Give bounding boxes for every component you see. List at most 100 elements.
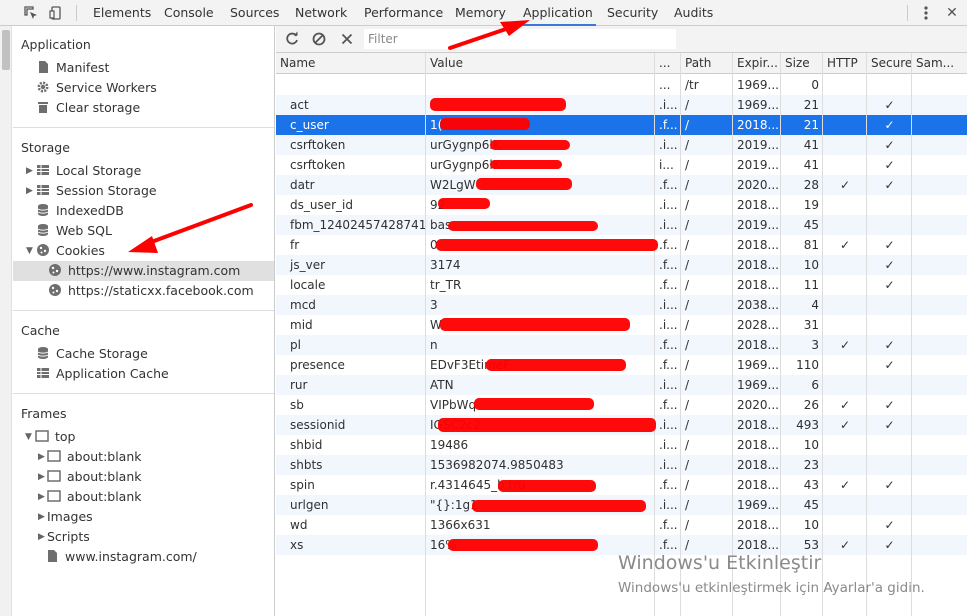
sidebar-item-local-storage[interactable]: Local Storage	[36, 161, 141, 181]
table-row[interactable]: fbm_124024574287414 bas .i.../2019... 45	[276, 215, 967, 235]
cookie-size-cell: 19	[803, 198, 819, 212]
table-row[interactable]: ds_user_id92.i.../2018...19	[276, 195, 967, 215]
column-divider	[680, 53, 681, 616]
table-row[interactable]: datr W2LgW .f.../2020... 28 ✓ ✓	[276, 175, 967, 195]
section-divider	[13, 310, 274, 311]
expand-triangle-icon[interactable]: ▶	[26, 161, 33, 181]
cookie-name-cell: ds_user_id	[290, 198, 353, 212]
sidebar-item-session-storage[interactable]: Session Storage	[36, 181, 157, 201]
inspect-element-icon[interactable]	[23, 5, 39, 21]
sidebar-item-frame-document[interactable]: www.instagram.com/	[45, 547, 197, 567]
column-header-http[interactable]: HTTP	[823, 53, 867, 74]
cookie-http-cell	[823, 275, 867, 295]
sidebar-item-cookies[interactable]: Cookies	[36, 241, 105, 261]
column-header-secure[interactable]: Secure	[867, 53, 912, 74]
sidebar-item-service-workers[interactable]: Service Workers	[36, 78, 157, 98]
tab-elements[interactable]: Elements	[93, 0, 151, 26]
sidebar-item-frame-top[interactable]: top	[35, 427, 75, 447]
cookie-value-cell: n	[430, 338, 438, 352]
section-frames-heading: Frames	[21, 406, 67, 421]
table-row[interactable]: act .i... / 1969... 21 ✓	[276, 95, 967, 115]
tab-security[interactable]: Security	[607, 0, 658, 26]
sidebar-item-cookie-facebook[interactable]: https://staticxx.facebook.com	[48, 281, 254, 301]
sidebar-item-frame-about-blank[interactable]: about:blank	[47, 467, 142, 487]
cookie-domain-cell: .i...	[659, 458, 678, 472]
redaction-scribble	[438, 418, 656, 432]
table-row[interactable]: mcd 3 .i... / 2038... 4	[276, 295, 967, 315]
expand-triangle-icon[interactable]: ▶	[38, 467, 45, 487]
delete-selected-icon[interactable]	[339, 31, 355, 47]
collapse-triangle-icon[interactable]: ▼	[26, 241, 33, 261]
sidebar-item-frame-scripts[interactable]: Scripts	[47, 527, 90, 547]
column-header-samesite[interactable]: Sam...	[912, 53, 967, 74]
tab-audits[interactable]: Audits	[674, 0, 713, 26]
cookie-secure-cell	[867, 435, 912, 455]
tab-sources[interactable]: Sources	[230, 0, 279, 26]
tab-application[interactable]: Application	[523, 0, 593, 26]
cookie-value-cell: ATN	[430, 378, 454, 392]
sidebar-item-frame-about-blank[interactable]: about:blank	[47, 487, 142, 507]
expand-triangle-icon[interactable]: ▶	[38, 527, 45, 547]
sidebar-scrollbar[interactable]	[0, 26, 12, 616]
sidebar-item-web-sql[interactable]: Web SQL	[36, 221, 112, 241]
sidebar-item-indexeddb[interactable]: IndexedDB	[36, 201, 124, 221]
clear-all-icon[interactable]	[311, 31, 327, 47]
column-header-domain[interactable]: ...	[655, 53, 681, 74]
column-header-expires[interactable]: Expir...	[733, 53, 781, 74]
cookie-http-cell: ✓	[839, 478, 851, 492]
tab-console[interactable]: Console	[164, 0, 214, 26]
more-options-icon[interactable]	[919, 4, 933, 22]
column-divider	[780, 53, 781, 616]
cookie-expires-cell: 2028...	[737, 318, 779, 332]
table-row[interactable]: spin r.4314645_b.tru .f.../2018... 43 ✓ ✓	[276, 475, 967, 495]
expand-triangle-icon[interactable]: ▶	[38, 447, 45, 467]
table-row[interactable]: js_ver 3174 .f... / 2018... 10 ✓	[276, 255, 967, 275]
cookie-name-cell: csrftoken	[290, 138, 346, 152]
cookie-expires-cell: 1969...	[737, 358, 779, 372]
cookie-expires-cell: 2018...	[737, 198, 779, 212]
sidebar-item-cache-storage[interactable]: Cache Storage	[36, 344, 148, 364]
expand-triangle-icon[interactable]: ▶	[38, 507, 45, 527]
tab-memory[interactable]: Memory	[455, 0, 506, 26]
sidebar-item-application-cache[interactable]: Application Cache	[36, 364, 169, 384]
cookie-secure-cell	[867, 375, 912, 395]
sidebar-item-manifest[interactable]: Manifest	[36, 58, 109, 78]
table-row[interactable]: shbts 1536982074.9850483 .i... / 2018... 23	[276, 455, 967, 475]
refresh-icon[interactable]	[284, 31, 300, 47]
column-header-size[interactable]: Size	[781, 53, 823, 74]
table-row[interactable]: pl n .f... / 2018... 3 ✓ ✓	[276, 335, 967, 355]
cookie-domain-cell: .f...	[659, 398, 678, 412]
table-row[interactable]: locale tr_TR .f... / 2018... 11 ✓	[276, 275, 967, 295]
application-sidebar: Application Manifest Service Workers Cle…	[0, 26, 275, 616]
table-row[interactable]: shbid 19486 .i... / 2018... 10	[276, 435, 967, 455]
cookie-domain-cell: .i...	[659, 378, 678, 392]
expand-triangle-icon[interactable]: ▶	[26, 181, 33, 201]
sidebar-item-frame-about-blank[interactable]: about:blank	[47, 447, 142, 467]
table-row[interactable]: rur ATN .i... / 1969... 6	[276, 375, 967, 395]
sidebar-item-clear-storage[interactable]: Clear storage	[36, 98, 140, 118]
tab-performance[interactable]: Performance	[364, 0, 443, 26]
cookie-secure-cell: ✓	[884, 238, 895, 252]
sidebar-item-frame-images[interactable]: Images	[47, 507, 93, 527]
scrollbar-thumb[interactable]	[2, 30, 10, 70]
column-header-value[interactable]: Value	[426, 53, 655, 74]
cookie-expires-cell: 2018...	[737, 258, 779, 272]
collapse-triangle-icon[interactable]: ▼	[25, 427, 32, 447]
table-row[interactable]: ... /tr 1969... 0	[276, 75, 967, 95]
column-header-path[interactable]: Path	[681, 53, 733, 74]
sidebar-item-cookie-instagram[interactable]: https://www.instagram.com	[48, 261, 240, 281]
cookie-secure-cell: ✓	[884, 538, 895, 552]
filter-input[interactable]	[364, 29, 676, 49]
tab-network[interactable]: Network	[295, 0, 347, 26]
close-devtools-icon[interactable]: ✕	[944, 4, 960, 22]
table-row[interactable]: csrftoken urGygnp6lK .i.../2019... 41 ✓	[276, 135, 967, 155]
column-header-name[interactable]: Name	[276, 53, 426, 74]
table-row[interactable]: wd 1366x631 .f... / 2018... 10 ✓	[276, 515, 967, 535]
cookie-secure-cell	[867, 195, 912, 215]
table-row[interactable]: c_user 1(.f.../2018... 21 ✓	[276, 115, 967, 135]
expand-triangle-icon[interactable]: ▶	[38, 487, 45, 507]
cookie-domain-cell: .i...	[659, 418, 678, 432]
device-toolbar-icon[interactable]	[48, 5, 64, 21]
table-row[interactable]: csrftoken urGygnp6lK i.../2019... 41 ✓	[276, 155, 967, 175]
table-row[interactable]: sb VIPbWq .f.../2020... 26 ✓ ✓	[276, 395, 967, 415]
